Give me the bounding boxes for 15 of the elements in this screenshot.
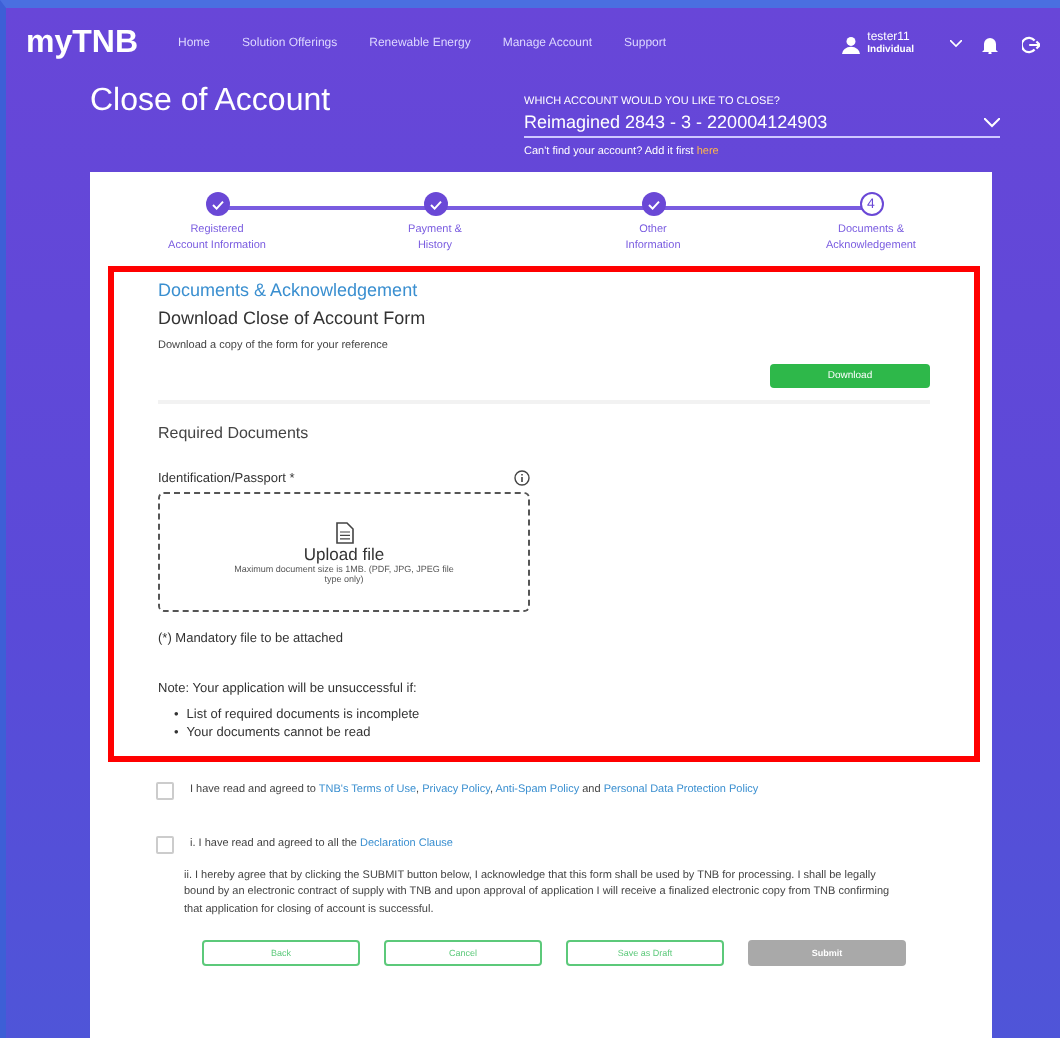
info-icon[interactable] xyxy=(514,470,530,487)
document-icon xyxy=(335,521,353,544)
chevron-down-icon xyxy=(984,117,1000,127)
section-title: Documents & Acknowledgement xyxy=(158,280,420,301)
account-dropdown[interactable]: Reimagined 2843 - 3 - 220004124903 xyxy=(524,108,1000,138)
bell-icon[interactable] xyxy=(982,35,998,53)
checkbox[interactable] xyxy=(156,835,174,854)
page-title: Close of Account xyxy=(90,84,333,122)
checkbox[interactable] xyxy=(156,781,174,800)
form-title: Download Close of Account Form xyxy=(158,308,428,329)
user-icon[interactable] xyxy=(841,35,860,53)
chevron-down-icon[interactable] xyxy=(950,40,962,48)
logout-icon[interactable] xyxy=(1022,35,1040,53)
required-documents-title: Required Documents xyxy=(158,424,311,443)
logo[interactable]: myTNB xyxy=(26,26,139,62)
